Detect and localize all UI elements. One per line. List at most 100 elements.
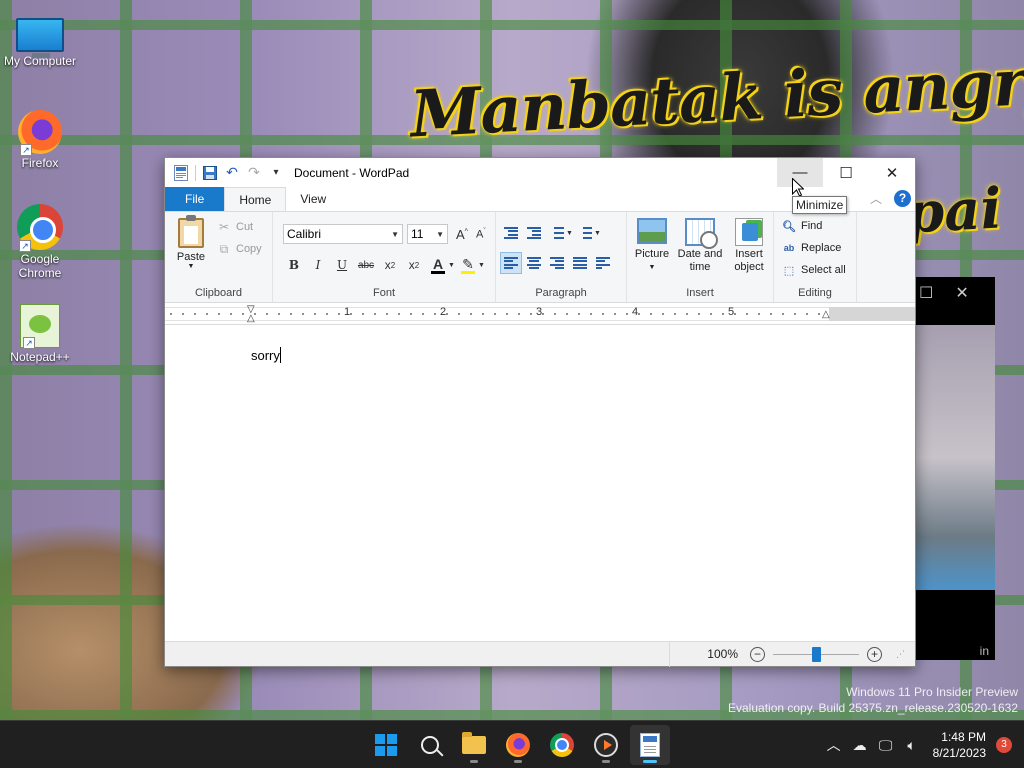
ruler-number: 1 — [344, 306, 351, 318]
insert-datetime-button[interactable]: Date and time — [675, 218, 725, 274]
ruler[interactable]: ▽ △ △ 1 2 3 4 5 — [165, 303, 915, 325]
help-icon[interactable]: ? — [894, 190, 911, 207]
group-editing: 🔍︎ Find ab Replace ⬚ Select all Editing — [774, 212, 857, 302]
media-player-icon — [594, 733, 618, 757]
os-watermark-line2: Evaluation copy. Build 25375.zn_release.… — [728, 701, 1018, 715]
save-icon[interactable] — [202, 165, 218, 181]
insert-picture-button[interactable]: Picture ▼ — [633, 218, 671, 274]
grow-font-icon[interactable]: A^ — [456, 227, 468, 242]
insert-object-button[interactable]: Insert object — [729, 218, 769, 274]
document-area[interactable]: sorry — [165, 328, 915, 641]
font-family-select[interactable]: Calibri ▼ — [283, 224, 403, 244]
chevron-down-icon: ▼ — [648, 264, 656, 271]
tab-home[interactable]: Home — [224, 187, 287, 211]
italic-icon[interactable]: I — [307, 254, 329, 276]
close-button[interactable]: ✕ — [869, 158, 915, 187]
font-family-value: Calibri — [287, 227, 322, 241]
font-size-select[interactable]: 11 ▼ — [407, 224, 448, 244]
close-icon[interactable]: ✕ — [955, 283, 968, 303]
chevron-down-icon[interactable]: ▼ — [448, 262, 455, 269]
insert-object-label-2: object — [734, 261, 764, 273]
group-paragraph: ▼ ▼ Paragraph — [496, 212, 627, 302]
chevron-up-icon[interactable]: ︿ — [821, 721, 847, 768]
volume-icon[interactable]: 🔈︎ — [899, 721, 925, 768]
background-window[interactable]: ☐ ✕ in — [915, 277, 995, 660]
zoom-slider-thumb[interactable] — [812, 646, 821, 662]
chevron-down-icon[interactable]: ▼ — [594, 230, 601, 237]
paragraph-settings-icon[interactable] — [592, 252, 614, 274]
taskbar-file-explorer[interactable] — [454, 725, 494, 765]
maximize-icon[interactable]: ☐ — [919, 283, 933, 303]
replace-button[interactable]: ab Replace — [782, 238, 842, 258]
tab-file[interactable]: File — [165, 187, 225, 211]
taskbar-chrome[interactable] — [542, 725, 582, 765]
paste-button[interactable]: Paste ▼ — [171, 215, 211, 280]
superscript-icon[interactable]: x2 — [403, 254, 425, 276]
find-button[interactable]: 🔍︎ Find — [782, 216, 822, 236]
copy-button[interactable]: ⧉ Copy — [217, 238, 262, 260]
clock[interactable]: 1:48 PM 8/21/2023 — [925, 729, 996, 761]
left-indent-marker[interactable]: △ — [247, 313, 255, 324]
object-icon — [735, 218, 763, 246]
group-clipboard: Paste ▼ ✂ Cut ⧉ Copy Clipboard — [165, 212, 273, 302]
increase-indent-icon[interactable] — [523, 222, 545, 244]
background-window-text: in — [979, 644, 989, 658]
right-indent-marker[interactable]: △ — [822, 309, 830, 320]
shrink-font-icon[interactable]: Aˇ — [476, 228, 486, 241]
align-right-icon[interactable] — [546, 252, 568, 274]
group-label-paragraph: Paragraph — [535, 287, 587, 299]
bullets-icon[interactable] — [546, 222, 568, 244]
copy-icon: ⧉ — [219, 241, 229, 256]
window-title: Document - WordPad — [294, 165, 410, 180]
text-color-icon[interactable]: A — [427, 254, 449, 276]
wordpad-window[interactable]: ↶ ↷ ▾ Document - WordPad — ☐ ✕ File Home… — [164, 157, 916, 667]
wordpad-app-icon[interactable] — [173, 164, 189, 181]
undo-icon[interactable]: ↶ — [224, 164, 240, 181]
tab-view[interactable]: View — [286, 187, 340, 211]
line-spacing-icon[interactable] — [574, 222, 596, 244]
desktop-icon-my-computer[interactable]: My Computer — [2, 12, 78, 68]
maximize-button[interactable]: ☐ — [823, 158, 869, 187]
cloud-offline-icon[interactable]: ☁ — [847, 721, 873, 768]
document-text[interactable]: sorry — [251, 347, 281, 363]
select-all-button[interactable]: ⬚ Select all — [782, 260, 846, 280]
bold-icon[interactable]: B — [283, 254, 305, 276]
strikethrough-icon[interactable]: abc — [355, 254, 377, 276]
desktop-icon-notepadpp[interactable]: ↗ Notepad++ — [2, 304, 78, 364]
decrease-indent-icon[interactable] — [500, 222, 522, 244]
subscript-icon[interactable]: x2 — [379, 254, 401, 276]
taskbar-media-player[interactable] — [586, 725, 626, 765]
customize-qat-icon[interactable]: ▾ — [268, 165, 284, 181]
picture-icon — [637, 218, 667, 244]
firefox-icon: ↗ — [18, 110, 62, 156]
chevron-down-icon[interactable]: ▼ — [566, 230, 573, 237]
desktop-icon-chrome[interactable]: ↗ Google Chrome — [2, 204, 78, 280]
clock-date: 8/21/2023 — [932, 746, 986, 760]
zoom-out-icon[interactable]: − — [750, 646, 765, 662]
underline-icon[interactable]: U — [331, 254, 353, 276]
desktop-icon-firefox[interactable]: ↗ Firefox — [2, 110, 78, 170]
paste-icon — [178, 215, 204, 248]
zoom-in-icon[interactable]: + — [867, 646, 882, 662]
zoom-slider[interactable] — [773, 646, 859, 662]
taskbar-firefox[interactable] — [498, 725, 538, 765]
justify-icon[interactable] — [569, 252, 591, 274]
taskbar-wordpad[interactable] — [630, 725, 670, 765]
cut-button[interactable]: ✂ Cut — [217, 216, 262, 238]
os-watermark-line1: Windows 11 Pro Insider Preview — [846, 685, 1018, 699]
search-button[interactable] — [410, 725, 450, 765]
status-bar: 100% − + ⋰ — [165, 641, 915, 667]
highlight-icon[interactable]: ✎ — [457, 254, 479, 276]
notification-badge[interactable]: 3 — [996, 737, 1012, 753]
align-center-icon[interactable] — [523, 252, 545, 274]
resize-grip-icon[interactable]: ⋰ — [896, 649, 905, 660]
redo-icon[interactable]: ↷ — [246, 164, 262, 181]
insert-datetime-label-1: Date and — [677, 248, 723, 260]
collapse-ribbon-icon[interactable]: ︿ — [870, 190, 882, 207]
insert-datetime-label-2: time — [689, 261, 711, 273]
align-left-icon[interactable] — [500, 252, 522, 274]
chevron-down-icon[interactable]: ▼ — [478, 262, 485, 269]
network-icon[interactable]: 🖵︎ — [873, 721, 899, 768]
chevron-down-icon: ▼ — [436, 229, 444, 239]
start-button[interactable] — [366, 725, 406, 765]
